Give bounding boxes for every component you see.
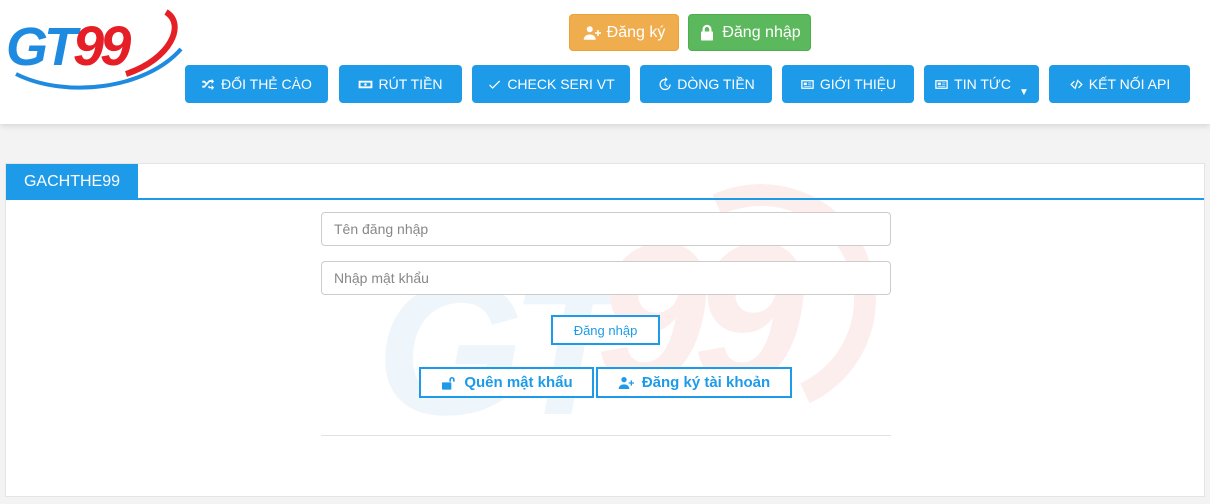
nav-label: CHECK SERI VT bbox=[507, 76, 615, 92]
login-submit-label: Đăng nhập bbox=[573, 322, 638, 338]
register-label: Đăng ký bbox=[606, 23, 666, 41]
nav-dong-tien[interactable]: DÒNG TIỀN bbox=[640, 65, 772, 103]
shuffle-icon bbox=[202, 78, 215, 90]
money-icon bbox=[359, 80, 373, 88]
login-header-button[interactable]: Đăng nhập bbox=[688, 14, 811, 51]
logo-99-text: 99 bbox=[73, 14, 131, 77]
password-input[interactable] bbox=[321, 261, 891, 295]
site-header: GT99 Đăng ký Đăng nhập ĐỔI THẺ CÀO RÚT T… bbox=[0, 0, 1210, 124]
unlock-icon bbox=[442, 376, 455, 390]
panel-header-line bbox=[6, 198, 1204, 200]
nav-label: ĐỔI THẺ CÀO bbox=[221, 76, 312, 92]
user-plus-icon bbox=[618, 376, 634, 389]
panel-title-tab: GACHTHE99 bbox=[6, 164, 138, 200]
divider bbox=[321, 435, 891, 436]
nav-label: GIỚI THIỆU bbox=[819, 76, 897, 92]
username-input[interactable] bbox=[321, 212, 891, 246]
nav-label: RÚT TIỀN bbox=[378, 76, 443, 92]
nav-tin-tuc[interactable]: TIN TỨC ▼ bbox=[924, 65, 1039, 103]
register-button[interactable]: Đăng ký bbox=[569, 14, 679, 51]
newspaper-icon bbox=[935, 79, 948, 89]
logo-gt-text: GT bbox=[6, 17, 77, 77]
nav-rut-tien[interactable]: RÚT TIỀN bbox=[339, 65, 462, 103]
chevron-down-icon: ▼ bbox=[1018, 86, 1029, 98]
login-header-label: Đăng nhập bbox=[722, 23, 801, 41]
user-plus-icon bbox=[583, 25, 601, 40]
nav-label: KẾT NỐI API bbox=[1088, 76, 1171, 92]
forgot-password-label: Quên mật khẩu bbox=[464, 374, 573, 391]
lock-icon bbox=[701, 24, 714, 40]
nav-gioi-thieu[interactable]: GIỚI THIỆU bbox=[782, 65, 914, 103]
signup-button[interactable]: Đăng ký tài khoản bbox=[596, 367, 792, 398]
login-submit-button[interactable]: Đăng nhập bbox=[551, 315, 660, 345]
signup-label: Đăng ký tài khoản bbox=[641, 374, 771, 391]
forgot-password-button[interactable]: Quên mật khẩu bbox=[419, 367, 594, 398]
newspaper-icon bbox=[801, 79, 814, 89]
logo-text: GT99 bbox=[6, 17, 131, 77]
nav-label: TIN TỨC bbox=[954, 76, 1011, 92]
site-logo[interactable]: GT99 bbox=[6, 4, 186, 94]
code-icon bbox=[1070, 79, 1083, 89]
nav-label: DÒNG TIỀN bbox=[677, 76, 755, 92]
nav-doi-the-cao[interactable]: ĐỔI THẺ CÀO bbox=[185, 65, 328, 103]
nav-ket-noi-api[interactable]: KẾT NỐI API bbox=[1049, 65, 1190, 103]
check-icon bbox=[489, 80, 501, 89]
history-icon bbox=[659, 76, 671, 90]
nav-check-seri-vt[interactable]: CHECK SERI VT bbox=[472, 65, 630, 103]
login-panel: GT 99 GACHTHE99 Đăng nhập Quên mật khẩu … bbox=[5, 163, 1205, 497]
